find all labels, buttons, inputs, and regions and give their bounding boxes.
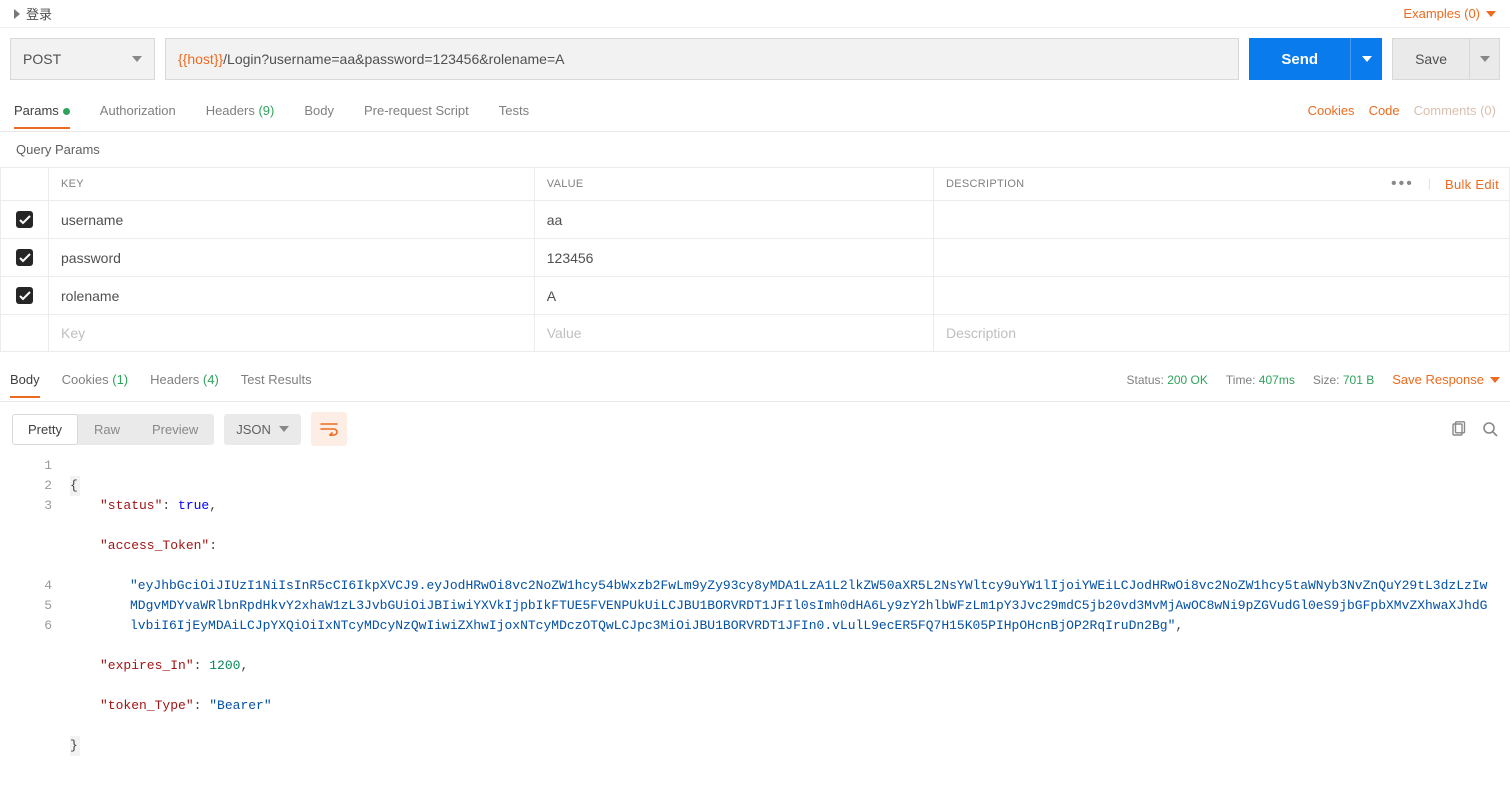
query-params-title: Query Params (0, 132, 1510, 167)
chevron-down-icon (1480, 56, 1490, 62)
chevron-down-icon (1486, 11, 1496, 17)
tab-params[interactable]: Params (14, 93, 70, 128)
time-value: 407ms (1259, 373, 1295, 387)
size-value: 701 B (1343, 373, 1374, 387)
resp-tab-headers[interactable]: Headers (4) (150, 362, 219, 397)
search-icon[interactable] (1482, 421, 1498, 437)
save-dropdown[interactable] (1470, 38, 1500, 80)
copy-icon[interactable] (1450, 421, 1466, 437)
query-params-table: KEY VALUE DESCRIPTION ••• | Bulk Edit us… (0, 167, 1510, 352)
row-checkbox[interactable] (16, 211, 33, 228)
row-checkbox[interactable] (16, 287, 33, 304)
more-icon[interactable]: ••• (1391, 175, 1414, 193)
url-input[interactable]: {{host}}/Login?username=aa&password=1234… (165, 38, 1239, 80)
col-key: KEY (49, 168, 535, 201)
param-desc[interactable] (933, 201, 1509, 239)
chevron-down-icon (132, 56, 142, 62)
param-value-placeholder[interactable]: Value (534, 315, 933, 352)
status-value: 200 OK (1167, 373, 1208, 387)
tab-headers[interactable]: Headers (9) (206, 93, 275, 128)
expand-icon[interactable] (14, 9, 20, 19)
json-code: { "status": true, "access_Token": "eyJhb… (70, 456, 1510, 776)
view-pretty[interactable]: Pretty (12, 414, 78, 445)
tab-prerequest[interactable]: Pre-request Script (364, 93, 469, 128)
cookies-link[interactable]: Cookies (1308, 103, 1355, 118)
view-raw[interactable]: Raw (78, 414, 136, 445)
size-label: Size: (1313, 373, 1340, 387)
url-rest: /Login?username=aa&password=123456&rolen… (223, 51, 564, 67)
table-row: username aa (1, 201, 1510, 239)
comments-link[interactable]: Comments (0) (1414, 103, 1496, 118)
table-row-new: Key Value Description (1, 315, 1510, 352)
lang-select[interactable]: JSON (224, 414, 301, 445)
method-label: POST (23, 51, 61, 67)
table-row: rolename A (1, 277, 1510, 315)
tab-tests[interactable]: Tests (499, 93, 529, 128)
param-key[interactable]: username (49, 201, 535, 239)
col-value: VALUE (534, 168, 933, 201)
resp-tab-cookies[interactable]: Cookies (1) (62, 362, 128, 397)
chevron-down-icon (1362, 56, 1372, 62)
time-label: Time: (1226, 373, 1256, 387)
method-select[interactable]: POST (10, 38, 155, 80)
wrap-lines-button[interactable] (311, 412, 347, 446)
examples-label: Examples (0) (1403, 6, 1480, 21)
response-body[interactable]: 123 456 { "status": true, "access_Token"… (0, 456, 1510, 796)
examples-dropdown[interactable]: Examples (0) (1403, 6, 1496, 21)
status-label: Status: (1126, 373, 1163, 387)
params-active-dot-icon (63, 108, 70, 115)
param-value[interactable]: aa (534, 201, 933, 239)
param-key[interactable]: password (49, 239, 535, 277)
chevron-down-icon (279, 426, 289, 432)
wrap-icon (320, 422, 338, 436)
row-checkbox[interactable] (16, 249, 33, 266)
request-name: 登录 (26, 4, 52, 23)
param-value[interactable]: A (534, 277, 933, 315)
url-variable: {{host}} (178, 51, 223, 67)
col-description: DESCRIPTION (946, 178, 1024, 190)
param-desc[interactable] (933, 239, 1509, 277)
view-mode-segment: Pretty Raw Preview (12, 414, 214, 445)
resp-tab-body[interactable]: Body (10, 362, 40, 397)
save-response-dropdown[interactable]: Save Response (1392, 372, 1500, 387)
chevron-down-icon (1490, 377, 1500, 383)
bulk-edit-link[interactable]: Bulk Edit (1445, 177, 1499, 192)
table-row: password 123456 (1, 239, 1510, 277)
tab-authorization[interactable]: Authorization (100, 93, 176, 128)
view-preview[interactable]: Preview (136, 414, 214, 445)
param-key-placeholder[interactable]: Key (49, 315, 535, 352)
resp-tab-testresults[interactable]: Test Results (241, 362, 312, 397)
send-dropdown[interactable] (1350, 38, 1382, 80)
send-button[interactable]: Send (1249, 38, 1350, 80)
save-button[interactable]: Save (1392, 38, 1470, 80)
param-value[interactable]: 123456 (534, 239, 933, 277)
line-gutter: 123 456 (0, 456, 70, 776)
tab-body[interactable]: Body (304, 93, 334, 128)
code-link[interactable]: Code (1369, 103, 1400, 118)
param-key[interactable]: rolename (49, 277, 535, 315)
param-desc-placeholder[interactable]: Description (933, 315, 1509, 352)
param-desc[interactable] (933, 277, 1509, 315)
